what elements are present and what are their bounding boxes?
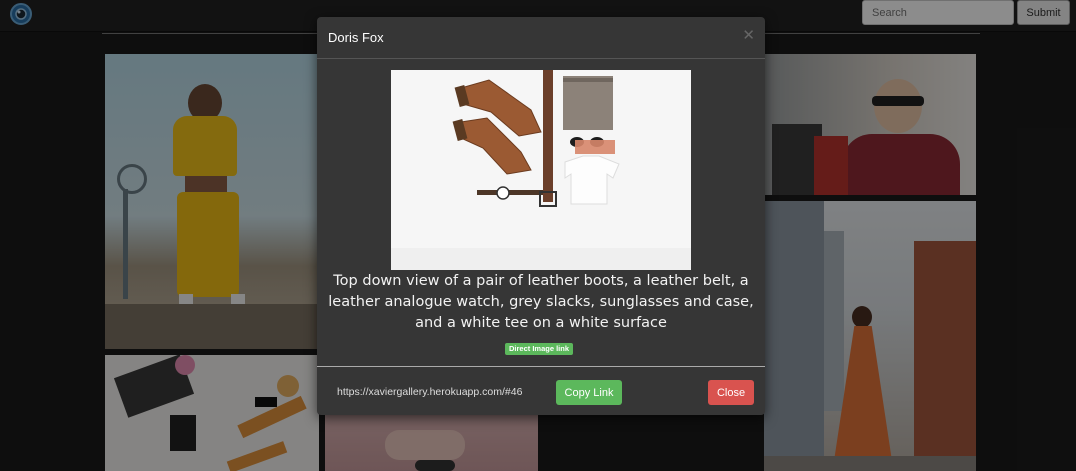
close-icon[interactable]: ✕	[742, 26, 755, 44]
close-button[interactable]: Close	[708, 380, 754, 405]
leather-boots-flatlay-photo	[391, 70, 691, 270]
share-url: https://xaviergallery.herokuapp.com/#46	[337, 386, 523, 398]
image-description: Top down view of a pair of leather boots…	[328, 273, 754, 331]
direct-image-link[interactable]: Direct Image link	[505, 343, 574, 355]
copy-link-button[interactable]: Copy Link	[556, 380, 622, 405]
modal-title: Doris Fox	[328, 30, 384, 45]
modal-footer-divider	[317, 366, 765, 367]
image-modal: Doris Fox ✕ Top down view of a pair of l…	[317, 17, 765, 415]
modal-header: Doris Fox ✕	[317, 17, 765, 59]
